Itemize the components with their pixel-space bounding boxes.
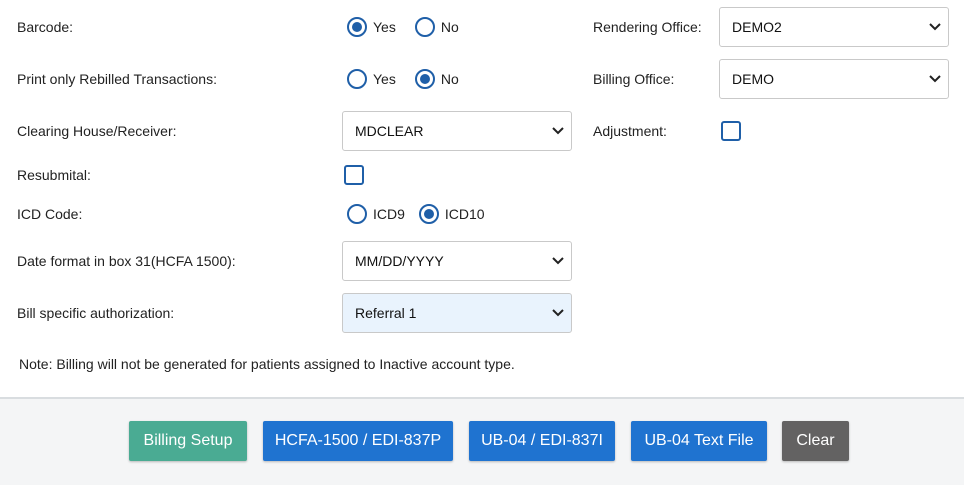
chevron-down-icon: [922, 75, 948, 83]
print-rebilled-no-text: No: [440, 71, 459, 87]
print-rebilled-no-radio[interactable]: [414, 69, 435, 89]
icd-code-label: ICD Code:: [17, 206, 83, 222]
bill-auth-select[interactable]: Referral 1: [342, 293, 572, 333]
chevron-down-icon: [922, 23, 948, 31]
rendering-office-select[interactable]: DEMO2: [719, 7, 949, 47]
hcfa-1500-button[interactable]: HCFA-1500 / EDI-837P: [263, 421, 453, 461]
date-format-label: Date format in box 31(HCFA 1500):: [17, 253, 236, 269]
barcode-yes-option[interactable]: Yes: [347, 17, 396, 37]
print-rebilled-yes-text: Yes: [373, 71, 396, 87]
barcode-no-text: No: [440, 19, 459, 35]
barcode-no-radio[interactable]: [414, 17, 435, 37]
date-format-select[interactable]: MM/DD/YYYY: [342, 241, 572, 281]
ub04-text-file-button[interactable]: UB-04 Text File: [631, 421, 767, 461]
icd9-radio[interactable]: [347, 204, 367, 224]
billing-office-select[interactable]: DEMO: [719, 59, 949, 99]
chevron-down-icon: [545, 257, 571, 265]
icd10-option[interactable]: ICD10: [418, 204, 485, 224]
icd-code-radio-group: ICD9 ICD10: [347, 204, 499, 224]
chevron-down-icon: [545, 127, 571, 135]
barcode-yes-text: Yes: [373, 19, 396, 35]
resubmittal-checkbox[interactable]: [344, 165, 364, 185]
print-rebilled-radio-group: Yes No: [347, 69, 473, 89]
date-format-value: MM/DD/YYYY: [355, 253, 444, 269]
barcode-radio-group: Yes No: [347, 17, 473, 37]
clear-button[interactable]: Clear: [782, 421, 849, 461]
bill-auth-value: Referral 1: [355, 305, 417, 321]
adjustment-checkbox[interactable]: [721, 121, 741, 141]
bill-auth-label: Bill specific authorization:: [17, 305, 175, 321]
print-rebilled-yes-radio[interactable]: [347, 69, 367, 89]
icd10-text: ICD10: [444, 206, 485, 222]
clearing-house-value: MDCLEAR: [355, 123, 424, 139]
action-bar: Billing Setup HCFA-1500 / EDI-837P UB-04…: [0, 397, 964, 485]
icd10-radio[interactable]: [418, 204, 439, 224]
adjustment-label: Adjustment:: [593, 123, 667, 139]
billing-note: Note: Billing will not be generated for …: [19, 356, 515, 372]
print-rebilled-label: Print only Rebilled Transactions:: [17, 71, 217, 87]
icd9-option[interactable]: ICD9: [347, 204, 405, 224]
ub04-edi-button[interactable]: UB-04 / EDI-837I: [469, 421, 615, 461]
clearing-house-label: Clearing House/Receiver:: [17, 123, 177, 139]
billing-office-value: DEMO: [732, 71, 774, 87]
barcode-no-option[interactable]: No: [414, 17, 459, 37]
rendering-office-label: Rendering Office:: [593, 19, 702, 35]
print-rebilled-yes-option[interactable]: Yes: [347, 69, 396, 89]
print-rebilled-no-option[interactable]: No: [414, 69, 459, 89]
rendering-office-value: DEMO2: [732, 19, 782, 35]
resubmittal-label: Resubmital:: [17, 167, 91, 183]
billing-setup-button[interactable]: Billing Setup: [129, 421, 247, 461]
clearing-house-select[interactable]: MDCLEAR: [342, 111, 572, 151]
barcode-yes-radio[interactable]: [347, 17, 367, 37]
barcode-label: Barcode:: [17, 19, 74, 35]
billing-office-label: Billing Office:: [593, 71, 675, 87]
chevron-down-icon: [545, 309, 571, 317]
icd9-text: ICD9: [373, 206, 405, 222]
